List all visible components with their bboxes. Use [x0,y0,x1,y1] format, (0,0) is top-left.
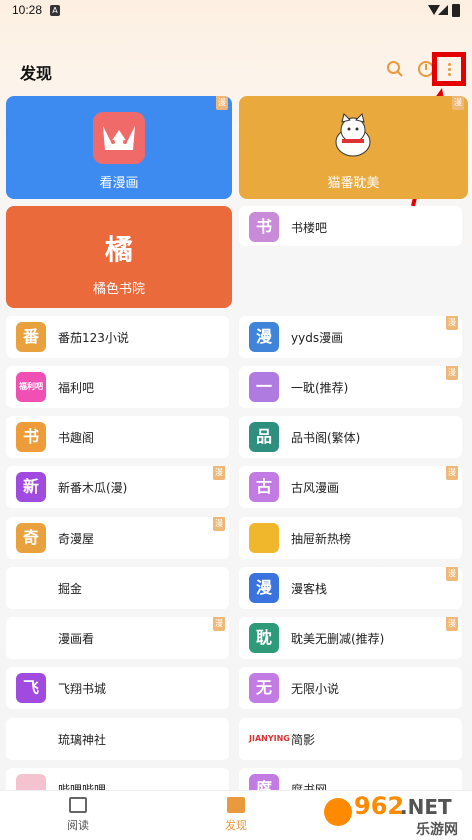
source-item[interactable]: 无无限小说 [239,667,462,709]
source-name: 品书阁(繁体) [291,431,361,445]
comic-badge: 漫 [213,517,225,531]
comic-badge: 漫 [446,567,458,581]
source-icon: 一 [249,372,279,402]
juse-logo: 橘 [104,233,133,266]
more-menu-button[interactable] [432,52,466,86]
source-item[interactable]: JIANYING 简影 [239,718,462,760]
card-label: 看漫画 [99,176,139,191]
comic-badge: 漫 [446,316,458,330]
source-card-kanmanhua[interactable]: 看漫画 漫 [6,96,232,199]
source-card-juse[interactable]: 橘 橘色书院 [6,206,232,308]
source-name: 琉璃神社 [58,733,107,747]
source-item[interactable]: 飞飞翔书城 [6,667,229,709]
source-name: 抽屉新热榜 [291,532,352,546]
source-item[interactable]: 漫画看 漫 [6,617,229,659]
page-title: 发现 [20,64,53,83]
source-name: 掘金 [58,582,83,596]
source-item[interactable]: 新新番木瓜(漫) 漫 [6,466,229,508]
card-label: 猫番耽美 [327,176,380,191]
source-icon: 飞 [16,673,46,703]
source-item[interactable]: 品品书阁(繁体) [239,416,462,458]
search-icon[interactable] [386,60,404,78]
source-icon: 新 [16,472,46,502]
battery-icon [452,4,460,17]
source-card-maofan[interactable]: 猫番耽美 漫 [239,96,468,199]
source-name: 耽美无删减(推荐) [291,632,385,646]
cat-face-icon [93,112,145,164]
status-bar: 10:28 A [0,0,472,22]
source-icon: JIANYING [249,724,290,754]
status-time: 10:28 [12,3,43,17]
source-name: 漫画看 [58,632,95,646]
tab-discover[interactable]: 发现 [176,797,296,837]
source-item[interactable]: 书书楼吧 [239,206,462,246]
tab-read[interactable]: 阅读 [18,797,138,837]
app-header: 发现 [0,52,472,88]
book-icon [69,797,87,813]
source-name: 无限小说 [291,682,340,696]
source-name: 书楼吧 [291,221,328,235]
source-icon: 福利吧 [16,372,46,402]
source-name: 一耽(推荐) [291,381,349,395]
comic-badge: 漫 [213,466,225,480]
comic-badge: 漫 [446,617,458,631]
source-name: 福利吧 [58,381,95,395]
comic-badge: 漫 [216,96,228,110]
source-icon: 番 [16,322,46,352]
source-name: 番茄123小说 [58,331,129,345]
source-item[interactable]: 漫漫客栈漫 [239,567,462,609]
source-name: 简影 [291,733,316,747]
bottom-navigation: 阅读 发现 [0,790,472,840]
card-label: 橘色书院 [92,282,145,297]
source-item[interactable]: 古古风漫画 漫 [239,466,462,508]
source-name: 新番木瓜(漫) [58,481,128,495]
source-item[interactable]: 番番茄123小说 [6,316,229,358]
source-name: 古风漫画 [291,481,340,495]
source-item[interactable]: 耽耽美无删减(推荐) 漫 [239,617,462,659]
source-item[interactable]: 奇奇漫屋 漫 [6,517,229,559]
source-item[interactable]: 掘金 [6,567,229,609]
source-item[interactable]: 琉璃神社 [6,718,229,760]
source-icon: 漫 [249,322,279,352]
source-icon: 书 [249,212,279,242]
source-icon [16,724,46,754]
source-icon: 无 [249,673,279,703]
comic-badge: 漫 [452,96,464,110]
lucky-cat-icon [335,113,371,157]
source-icon [16,623,46,653]
source-item[interactable]: 一一耽(推荐) 漫 [239,366,462,408]
source-name: 飞翔书城 [58,682,107,696]
source-icon: 书 [16,422,46,452]
signal-icon [438,5,448,15]
tab-label: 发现 [225,819,247,832]
discover-icon [227,797,245,813]
comic-badge: 漫 [446,466,458,480]
source-icon: 漫 [249,573,279,603]
source-name: yyds漫画 [291,331,344,345]
source-item[interactable]: 抽屉新热榜 [239,517,462,559]
tab-label: 阅读 [67,819,89,832]
source-icon: 古 [249,472,279,502]
source-name: 奇漫屋 [58,532,95,546]
source-icon: 品 [249,422,279,452]
comic-badge: 漫 [213,617,225,631]
more-vertical-icon [447,62,451,66]
source-icon: 奇 [16,523,46,553]
source-icon [16,573,46,603]
source-item[interactable]: 福利吧 福利吧 [6,366,229,408]
source-name: 漫客栈 [291,582,328,596]
source-icon [249,523,279,553]
source-item[interactable]: 漫 yyds漫画漫 [239,316,462,358]
source-name: 书趣阁 [58,431,95,445]
notification-icon: A [50,5,60,16]
source-item[interactable]: 书书趣阁 [6,416,229,458]
comic-badge: 漫 [446,366,458,380]
source-icon: 耽 [249,623,279,653]
